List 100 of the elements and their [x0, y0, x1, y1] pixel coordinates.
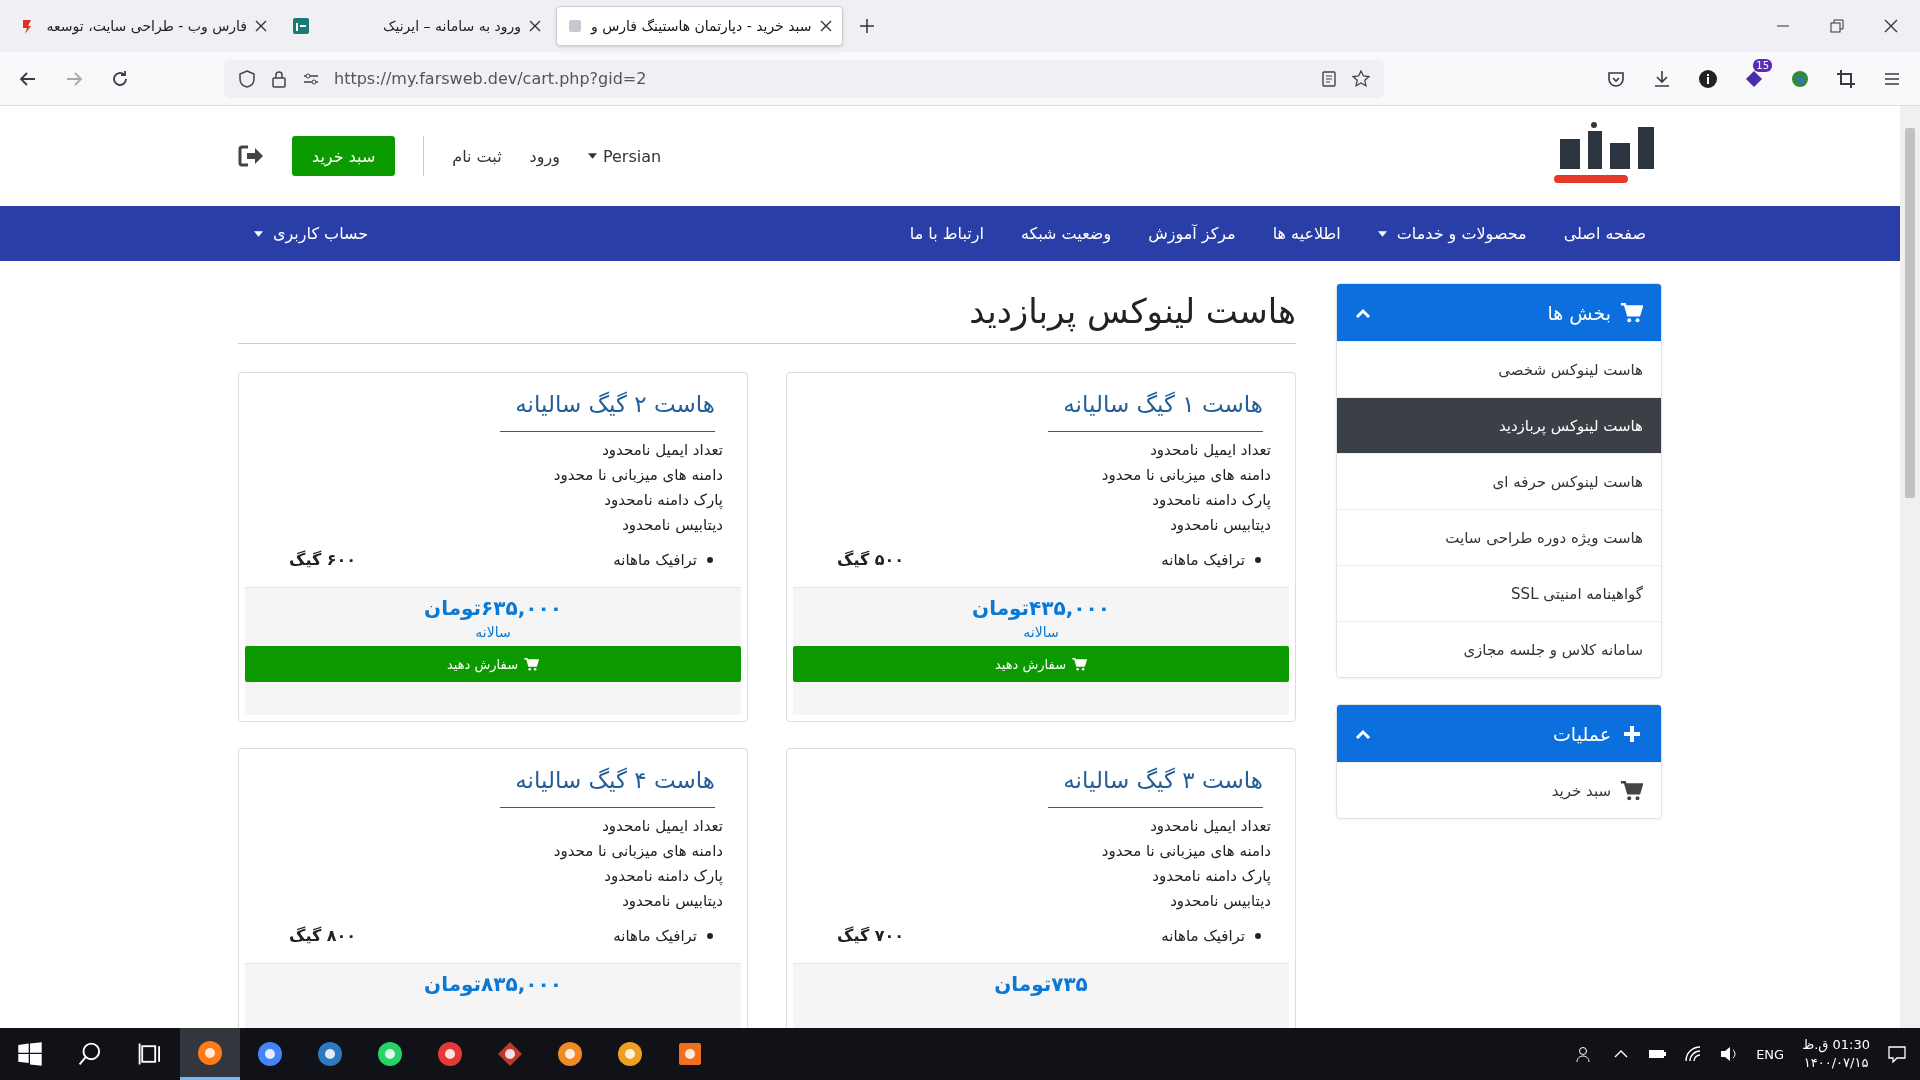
close-icon[interactable] [529, 20, 541, 32]
traffic-label: ترافیک ماهانه [1161, 550, 1245, 569]
app-icon[interactable] [617, 1041, 643, 1067]
caret-icon [254, 230, 263, 237]
bullet-icon [707, 932, 713, 939]
panel-header[interactable]: عملیات [1337, 705, 1661, 762]
price-text: ۸۳۵,۰۰۰تومان [424, 972, 562, 996]
reload-icon[interactable] [110, 68, 130, 89]
browser-tab[interactable]: سبد خرید - دپارتمان هاستینگ فارس و [556, 6, 843, 46]
address-bar[interactable]: https://my.farsweb.dev/cart.php?gid=2 [224, 59, 1384, 98]
bullet-icon [1255, 932, 1261, 939]
app-icon[interactable] [257, 1041, 283, 1067]
app-icon[interactable] [317, 1041, 343, 1067]
clock[interactable]: 01:30 ق.ظ ۱۴۰۰/۰۷/۱۵ [1802, 1036, 1870, 1072]
feature-text: تعداد ایمیل نامحدود [601, 816, 723, 837]
app-icon[interactable] [497, 1041, 523, 1067]
feature-text: دامنه های میزبانی نا محدود [552, 841, 723, 862]
scrollbar[interactable] [1900, 106, 1920, 1028]
logout-icon[interactable] [238, 145, 264, 167]
plus-icon [1621, 723, 1643, 744]
app-icon[interactable] [557, 1041, 583, 1067]
app-icon[interactable] [437, 1041, 463, 1067]
product-name: هاست ۴ گیگ سالیانه [514, 766, 716, 793]
sidebar-item[interactable]: هاست لینوکس پربازدید [1337, 397, 1661, 453]
order-button[interactable]: سفارش دهید [245, 646, 741, 682]
restore-icon[interactable] [1830, 19, 1844, 33]
nav-link[interactable]: وضعیت شبکه [1020, 224, 1112, 243]
cart-icon [1621, 302, 1643, 323]
app-icon[interactable] [677, 1041, 703, 1067]
close-icon[interactable] [255, 20, 267, 32]
notification-icon[interactable] [1888, 1045, 1906, 1063]
feature-text: پارک دامنه نامحدود [1151, 490, 1271, 511]
price-text: ۴۳۵,۰۰۰تومان [972, 596, 1110, 620]
cart-icon [1621, 780, 1643, 801]
url-text: https://my.farsweb.dev/cart.php?gid=2 [334, 69, 648, 88]
close-icon[interactable] [1884, 19, 1898, 33]
nav-link[interactable]: مرکز آموزش [1148, 224, 1236, 243]
sidebar-item[interactable]: هاست لینوکس حرفه ای [1337, 453, 1661, 509]
app-icon[interactable] [197, 1039, 223, 1066]
page-icon [567, 18, 583, 34]
order-button[interactable]: سفارش دهید [793, 646, 1289, 682]
nav-link[interactable]: اطلاعیه ها [1272, 224, 1341, 243]
close-icon[interactable] [819, 20, 832, 32]
nav-link[interactable]: ارتباط با ما [909, 224, 984, 243]
browser-tab[interactable]: ورود به سامانه – ایرنیک [282, 6, 552, 46]
search-icon[interactable] [77, 1041, 103, 1067]
traffic-label: ترافیک ماهانه [1161, 926, 1245, 945]
feature-text: دیتابیس نامحدود [621, 515, 723, 536]
cart-icon [524, 657, 540, 671]
page-title: هاست لینوکس پربازدید [238, 283, 1296, 344]
globe-icon[interactable] [1790, 68, 1810, 89]
sidebar-item[interactable]: سامانه کلاس و جلسه مجازی [1337, 621, 1661, 677]
windows-icon[interactable] [17, 1041, 43, 1067]
account-menu[interactable]: حساب کاربری [254, 224, 369, 243]
register-link[interactable]: ثبت نام [452, 146, 502, 166]
volume-icon[interactable] [1720, 1045, 1739, 1063]
login-link[interactable]: ورود [529, 146, 560, 166]
nav-link[interactable]: محصولات و خدمات [1377, 224, 1527, 243]
product-name: هاست ۲ گیگ سالیانه [514, 390, 716, 417]
feature-text: دیتابیس نامحدود [621, 891, 723, 912]
download-icon[interactable] [1652, 68, 1672, 89]
browser-tab[interactable]: فارس وب - طراحی سایت، توسعه [8, 6, 278, 46]
sidebar-item[interactable]: سبد خرید [1337, 762, 1661, 818]
feature-text: دامنه های میزبانی نا محدود [1100, 841, 1271, 862]
caret-icon [587, 153, 597, 159]
shield-icon[interactable] [238, 69, 256, 88]
caret-icon [1377, 230, 1387, 237]
traffic-label: ترافیک ماهانه [613, 550, 697, 569]
lock-icon[interactable] [270, 69, 288, 88]
nav-link[interactable]: صفحه اصلی [1563, 224, 1646, 243]
bullet-icon [1255, 556, 1261, 563]
language-selector[interactable]: Persian [587, 146, 662, 166]
crop-icon[interactable] [1836, 68, 1856, 89]
cart-icon [1072, 657, 1088, 671]
badge-count: 15 [1753, 58, 1772, 72]
new-tab-icon[interactable] [858, 18, 875, 34]
sidebar-item[interactable]: هاست ویژه دوره طراحی سایت [1337, 509, 1661, 565]
app-icon[interactable] [377, 1041, 403, 1067]
extension-icon[interactable] [1744, 68, 1764, 89]
star-icon[interactable] [1352, 69, 1370, 88]
price-text: ۶۳۵,۰۰۰تومان [424, 596, 562, 620]
language-indicator[interactable]: ENG [1756, 1046, 1785, 1062]
feature-text: پارک دامنه نامحدود [603, 490, 723, 511]
feature-text: پارک دامنه نامحدود [1151, 866, 1271, 887]
cart-button[interactable]: سبد خرید [292, 136, 396, 176]
traffic-value: ۸۰۰ گیگ [289, 926, 357, 945]
panel-header[interactable]: بخش ها [1337, 284, 1661, 341]
feature-text: پارک دامنه نامحدود [603, 866, 723, 887]
sidebar-item[interactable]: گواهینامه امنیتی SSL [1337, 565, 1661, 621]
feature-text: دیتابیس نامحدود [1169, 891, 1271, 912]
wifi-icon[interactable] [1684, 1045, 1703, 1063]
info-icon[interactable] [1698, 68, 1718, 89]
feature-text: دامنه های میزبانی نا محدود [1100, 465, 1271, 486]
billing-cycle: سالانه [1023, 624, 1059, 640]
reader-view-icon[interactable] [1320, 69, 1338, 88]
product-name: هاست ۳ گیگ سالیانه [1062, 766, 1264, 793]
product-name: هاست ۱ گیگ سالیانه [1062, 390, 1264, 417]
feature-text: تعداد ایمیل نامحدود [601, 440, 723, 461]
price-text: ۷۳۵تومان [994, 972, 1088, 996]
task-view-icon[interactable] [137, 1041, 163, 1067]
